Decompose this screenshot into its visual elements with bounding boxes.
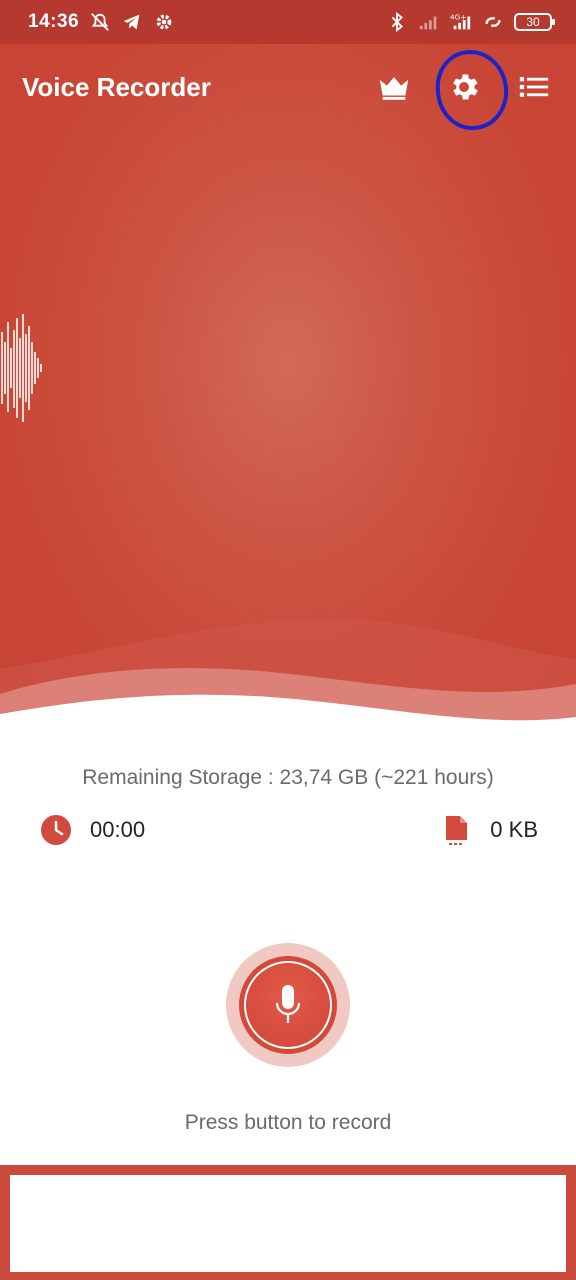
ad-banner[interactable]: [0, 1165, 576, 1280]
mute-icon: [89, 11, 111, 33]
premium-button[interactable]: [374, 67, 414, 107]
recordings-list-button[interactable]: [514, 67, 554, 107]
hero-wave: [0, 619, 576, 749]
recording-stats: 00:00 0 KB: [40, 810, 538, 850]
battery-icon: 30: [514, 13, 555, 31]
list-icon: [519, 77, 549, 97]
status-time: 14:36: [28, 11, 80, 32]
svg-text:4G+: 4G+: [450, 12, 466, 21]
record-button-ring: [239, 956, 337, 1054]
telegram-icon: [121, 11, 143, 33]
status-left: 14:36: [28, 11, 175, 33]
remaining-storage-text: Remaining Storage : 23,74 GB (~221 hours…: [82, 766, 494, 789]
ad-banner-content: [10, 1175, 566, 1272]
clock-icon: [40, 814, 72, 846]
status-bar: 14:36 4G+ 30: [0, 0, 576, 44]
hero-background: [0, 44, 576, 749]
duration-stat: 00:00: [40, 814, 145, 846]
duration-value: 00:00: [90, 817, 146, 842]
waveform-visualizer: [1, 314, 42, 422]
signal-icon: [418, 11, 440, 33]
settings-button[interactable]: [444, 67, 484, 107]
record-hint: Press button to record: [184, 1111, 392, 1134]
4g-signal-icon: 4G+: [450, 11, 472, 33]
record-button-core: [244, 961, 332, 1049]
microphone-icon: [275, 985, 301, 1023]
size-stat: 0 KB: [440, 814, 538, 846]
crown-icon: [379, 77, 409, 100]
app-actions: [374, 67, 554, 107]
gear-icon: [453, 74, 478, 100]
battery-level: 30: [526, 15, 540, 29]
file-icon: [440, 814, 472, 846]
app-title: Voice Recorder: [22, 71, 211, 102]
size-value: 0 KB: [490, 817, 538, 842]
record-button[interactable]: [226, 943, 350, 1067]
app-bar: Voice Recorder: [0, 44, 576, 130]
bluetooth-icon: [386, 11, 408, 33]
sync-icon: [482, 11, 504, 33]
settings-small-icon: [153, 11, 175, 33]
status-right: 4G+ 30: [386, 11, 555, 33]
